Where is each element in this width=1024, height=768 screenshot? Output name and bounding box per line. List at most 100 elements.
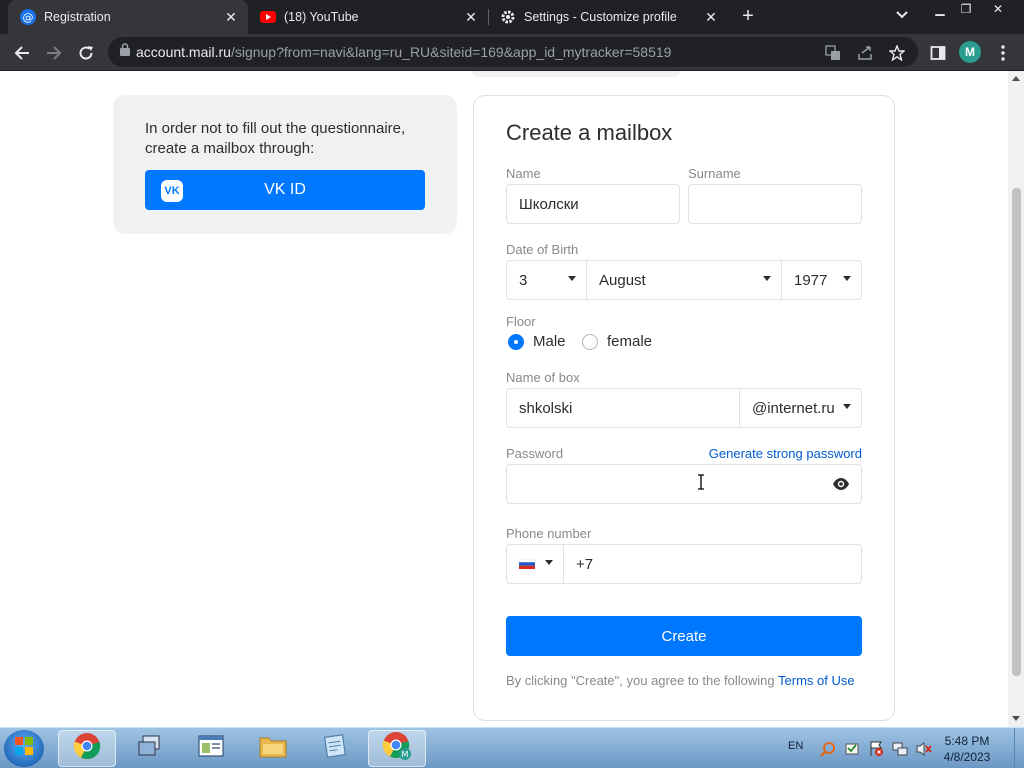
page-scrollbar[interactable] bbox=[1008, 71, 1024, 727]
eye-icon[interactable] bbox=[832, 477, 850, 496]
share-icon[interactable] bbox=[856, 44, 874, 62]
surname-label: Surname bbox=[688, 166, 741, 181]
dob-year-select[interactable]: 1977 bbox=[781, 260, 862, 300]
scroll-up-arrow-icon[interactable] bbox=[1012, 76, 1020, 81]
create-button[interactable]: Create bbox=[506, 616, 862, 656]
phone-prefix: +7 bbox=[576, 555, 594, 573]
browser-tab-strip: @ Registration ✕ (18) YouTube ✕ Settings… bbox=[0, 0, 1024, 34]
terms-notice: By clicking "Create", you agree to the f… bbox=[506, 673, 855, 688]
tab-youtube[interactable]: (18) YouTube ✕ bbox=[248, 0, 488, 34]
address-bar[interactable]: account.mail.ru/signup?from=navi&lang=ru… bbox=[108, 37, 918, 67]
chevron-down-icon bbox=[843, 276, 851, 281]
tab-search-chevron-icon[interactable] bbox=[896, 8, 908, 22]
vk-signup-panel: In order not to fill out the questionnai… bbox=[113, 95, 457, 234]
form-title: Create a mailbox bbox=[506, 120, 673, 145]
bookmark-star-icon[interactable] bbox=[888, 44, 906, 62]
start-button[interactable] bbox=[4, 730, 44, 767]
radio-empty-icon bbox=[582, 333, 598, 350]
search-tray-icon[interactable] bbox=[820, 741, 836, 757]
gender-female-radio[interactable]: female bbox=[582, 333, 652, 350]
generate-password-link[interactable]: Generate strong password bbox=[709, 446, 862, 461]
russia-flag-icon bbox=[518, 556, 536, 573]
windows-logo-icon bbox=[14, 736, 34, 761]
close-icon[interactable]: ✕ bbox=[462, 9, 480, 26]
profile-avatar[interactable]: M bbox=[959, 41, 981, 63]
terms-text: By clicking "Create", you agree to the f… bbox=[506, 673, 775, 688]
url-path: /signup?from=navi&lang=ru_RU&siteid=169&… bbox=[230, 44, 672, 60]
page-content: In order not to fill out the questionnai… bbox=[0, 71, 1008, 727]
phone-label: Phone number bbox=[506, 526, 592, 541]
close-window-button[interactable]: ✕ bbox=[984, 2, 1012, 16]
window-app-icon bbox=[198, 735, 224, 762]
tab-settings[interactable]: Settings - Customize profile ✕ bbox=[488, 0, 728, 34]
name-input[interactable]: Школски bbox=[506, 184, 680, 224]
phone-country-select[interactable] bbox=[506, 544, 564, 584]
vk-id-label: VK ID bbox=[264, 181, 306, 198]
dob-month-select[interactable]: August bbox=[586, 260, 782, 300]
mailbox-name-input[interactable]: shkolski bbox=[506, 388, 740, 428]
side-panel-icon[interactable] bbox=[927, 42, 949, 64]
language-indicator[interactable]: EN bbox=[788, 740, 803, 752]
restore-button[interactable]: ❐ bbox=[952, 2, 980, 16]
action-center-icon[interactable] bbox=[844, 741, 860, 757]
taskbar-explorer-window-button[interactable] bbox=[182, 730, 240, 767]
clock-time: 5:48 PM bbox=[944, 734, 990, 748]
tab-title: (18) YouTube bbox=[284, 10, 359, 24]
clock-date: 4/8/2023 bbox=[943, 750, 991, 764]
show-desktop-button[interactable] bbox=[1014, 728, 1024, 768]
flag-alert-icon[interactable] bbox=[868, 741, 884, 757]
new-tab-button[interactable]: + bbox=[737, 6, 759, 28]
taskbar-chrome-profile-button[interactable]: M bbox=[368, 730, 426, 767]
windows-stack-icon bbox=[137, 735, 161, 762]
taskbar-notepad-button[interactable] bbox=[306, 730, 364, 767]
minimize-button[interactable]: ▁ bbox=[926, 2, 954, 16]
dob-label: Date of Birth bbox=[506, 242, 579, 257]
dob-day-value: 3 bbox=[519, 271, 528, 289]
back-arrow-icon[interactable] bbox=[11, 42, 33, 64]
url-host: account.mail.ru bbox=[136, 44, 231, 60]
password-label: Password bbox=[506, 446, 564, 461]
header-stub bbox=[472, 71, 680, 77]
system-clock[interactable]: 5:48 PM 4/8/2023 bbox=[935, 733, 999, 765]
chrome-icon bbox=[73, 732, 101, 765]
mailbox-domain-select[interactable]: @internet.ru bbox=[739, 388, 862, 428]
surname-input[interactable] bbox=[688, 184, 862, 224]
male-label: Male bbox=[533, 333, 566, 350]
browser-toolbar: account.mail.ru/signup?from=navi&lang=ru… bbox=[0, 34, 1024, 71]
network-icon[interactable] bbox=[892, 741, 908, 757]
taskbar-folder-button[interactable] bbox=[244, 730, 302, 767]
phone-number-input[interactable]: +7 bbox=[563, 544, 862, 584]
terms-of-use-link[interactable]: Terms of Use bbox=[778, 673, 855, 688]
close-icon[interactable]: ✕ bbox=[222, 9, 240, 26]
mailbox-label: Name of box bbox=[506, 370, 580, 385]
gender-male-radio[interactable]: Male bbox=[508, 333, 566, 350]
chevron-down-icon bbox=[843, 404, 851, 409]
close-icon[interactable]: ✕ bbox=[702, 9, 720, 26]
floor-label: Floor bbox=[506, 314, 536, 329]
kebab-menu-icon[interactable] bbox=[992, 42, 1014, 64]
volume-muted-icon[interactable] bbox=[916, 741, 932, 757]
password-input[interactable] bbox=[506, 464, 862, 504]
forward-arrow-icon[interactable] bbox=[43, 42, 65, 64]
system-tray: EN 5:48 PM 4/8/2023 bbox=[780, 728, 1024, 768]
chevron-down-icon bbox=[545, 560, 553, 565]
scrollbar-thumb[interactable] bbox=[1012, 188, 1021, 676]
tab-title: Registration bbox=[44, 10, 111, 24]
vk-id-button[interactable]: VK VK ID bbox=[145, 170, 425, 210]
taskbar-chrome-button[interactable] bbox=[58, 730, 116, 767]
taskbar-switch-windows-button[interactable] bbox=[120, 730, 178, 767]
vk-logo-icon: VK bbox=[161, 180, 183, 202]
dob-day-select[interactable]: 3 bbox=[506, 260, 587, 300]
folder-icon bbox=[259, 734, 287, 763]
chevron-down-icon bbox=[763, 276, 771, 281]
windows-taskbar: M EN 5:48 PM 4/8/2023 bbox=[0, 727, 1024, 768]
tab-registration[interactable]: @ Registration ✕ bbox=[8, 0, 248, 34]
female-label: female bbox=[607, 333, 653, 350]
translate-icon[interactable] bbox=[824, 44, 842, 62]
scroll-down-arrow-icon[interactable] bbox=[1012, 716, 1020, 721]
name-label: Name bbox=[506, 166, 541, 181]
svg-text:@: @ bbox=[23, 11, 34, 24]
reload-icon[interactable] bbox=[75, 42, 97, 64]
gear-icon bbox=[500, 9, 516, 25]
tab-title: Settings - Customize profile bbox=[524, 10, 677, 24]
